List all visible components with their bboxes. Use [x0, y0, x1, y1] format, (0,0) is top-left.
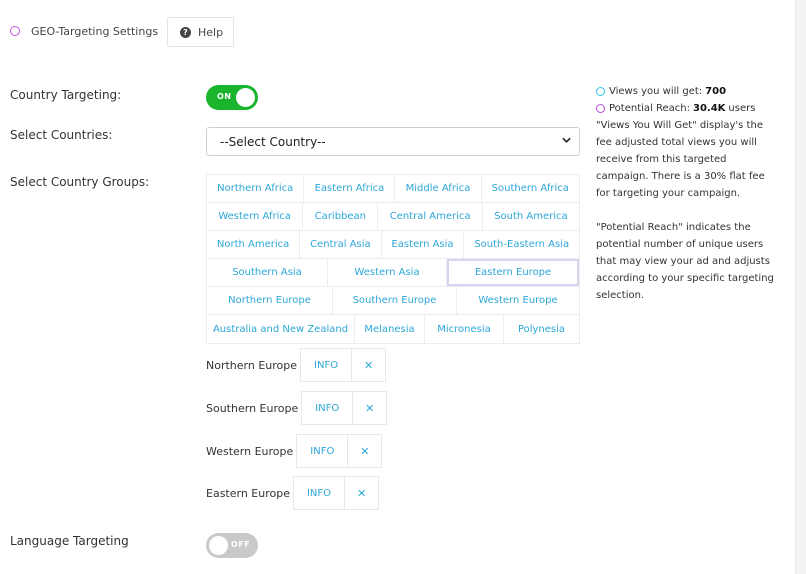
group-cell[interactable]: Northern Europe — [207, 287, 333, 314]
remove-button[interactable]: ✕ — [348, 434, 383, 468]
reach-suffix: users — [728, 103, 756, 114]
selected-group-name: Eastern Europe — [206, 486, 290, 500]
remove-button[interactable]: ✕ — [352, 348, 387, 382]
group-cell[interactable]: Caribbean — [303, 203, 379, 230]
group-cell[interactable]: Middle Africa — [395, 175, 482, 202]
group-cell[interactable]: Western Europe — [457, 287, 579, 314]
group-cell[interactable]: South-Eastern Asia — [464, 231, 579, 258]
toggle-knob — [209, 536, 228, 555]
country-targeting-toggle[interactable]: ON — [206, 85, 258, 110]
grid-row: Northern Europe Southern Europe Western … — [207, 287, 579, 315]
remove-button[interactable]: ✕ — [353, 391, 388, 425]
views-note: "Views You Will Get" display's the fee a… — [596, 120, 765, 199]
info-button[interactable]: INFO — [292, 476, 346, 510]
group-cell[interactable]: Central Asia — [300, 231, 382, 258]
close-icon: ✕ — [356, 486, 367, 500]
toggle-state-text: OFF — [231, 540, 251, 549]
close-icon: ✕ — [363, 358, 374, 372]
remove-button[interactable]: ✕ — [345, 476, 380, 510]
language-targeting-toggle[interactable]: OFF — [206, 533, 258, 558]
close-icon: ✕ — [365, 401, 375, 415]
reach-value: 30.4K — [692, 103, 726, 114]
grid-row: Northern Africa Eastern Africa Middle Af… — [207, 175, 579, 203]
group-cell-selected[interactable]: Eastern Europe — [447, 259, 579, 286]
group-cell[interactable]: Micronesia — [425, 315, 504, 343]
help-label: Help — [198, 25, 224, 39]
group-cell[interactable]: Northern Africa — [207, 175, 305, 202]
toggle-state-text: ON — [217, 92, 232, 101]
views-stat: Views you will get: 700 — [596, 83, 776, 100]
selected-group-row: Northern Europe INFO ✕ — [206, 348, 387, 382]
selected-group-row: Western Europe INFO ✕ — [206, 434, 383, 468]
country-select-value: --Select Country-- — [220, 134, 326, 149]
reach-note: "Potential Reach" indicates the potentia… — [596, 222, 774, 301]
selected-group-name: Western Europe — [206, 444, 294, 458]
reach-stat: Potential Reach: 30.4K users — [596, 100, 776, 117]
circle-icon — [10, 26, 20, 36]
info-button[interactable]: INFO — [300, 348, 353, 382]
selected-group-name: Northern Europe — [206, 358, 298, 372]
select-countries-label: Select Countries: — [10, 128, 113, 142]
country-groups-label: Select Country Groups: — [10, 175, 150, 189]
group-cell[interactable]: Australia and New Zealand — [207, 315, 355, 343]
toggle-knob — [236, 88, 255, 107]
page-title: GEO-Targeting Settings — [31, 25, 159, 38]
grid-row: Southern Asia Western Asia Eastern Europ… — [207, 259, 579, 287]
grid-row: North America Central Asia Eastern Asia … — [207, 231, 579, 259]
grid-row: Australia and New Zealand Melanesia Micr… — [207, 315, 579, 343]
chevron-down-icon — [562, 137, 571, 143]
info-button[interactable]: INFO — [296, 434, 349, 468]
language-targeting-label: Language Targeting — [10, 534, 129, 548]
circle-icon — [596, 87, 605, 96]
geo-targeting-panel: GEO-Targeting Settings ? Help Country Ta… — [0, 0, 795, 574]
country-select[interactable]: --Select Country-- — [206, 127, 580, 156]
close-icon: ✕ — [360, 444, 370, 458]
group-cell[interactable]: Central America — [378, 203, 483, 230]
country-targeting-label: Country Targeting: — [10, 88, 122, 102]
selected-group-name: Southern Europe — [206, 401, 299, 415]
circle-icon — [596, 104, 605, 113]
group-cell[interactable]: South America — [483, 203, 579, 230]
views-label: Views you will get: — [609, 86, 703, 97]
group-cell[interactable]: Southern Africa — [482, 175, 580, 202]
help-button[interactable]: ? Help — [167, 17, 234, 47]
selected-group-row: Eastern Europe INFO ✕ — [206, 476, 380, 510]
info-button[interactable]: INFO — [301, 391, 354, 425]
group-cell[interactable]: Melanesia — [355, 315, 425, 343]
group-cell[interactable]: Western Africa — [207, 203, 304, 230]
group-cell[interactable]: North America — [207, 231, 301, 258]
group-cell[interactable]: Western Asia — [328, 259, 447, 286]
page-edge — [795, 0, 806, 574]
selected-group-row: Southern Europe INFO ✕ — [206, 391, 388, 425]
group-cell[interactable]: Eastern Asia — [382, 231, 465, 258]
group-cell[interactable]: Southern Asia — [207, 259, 328, 286]
question-circle-icon: ? — [180, 26, 191, 38]
group-cell[interactable]: Southern Europe — [333, 287, 457, 314]
grid-row: Western Africa Caribbean Central America… — [207, 203, 579, 231]
views-value: 700 — [705, 86, 727, 97]
country-groups-grid: Northern Africa Eastern Africa Middle Af… — [206, 174, 580, 344]
targeting-info-column: Views you will get: 700 Potential Reach:… — [596, 83, 776, 304]
reach-label: Potential Reach: — [609, 103, 690, 114]
group-cell[interactable]: Eastern Africa — [304, 175, 396, 202]
group-cell[interactable]: Polynesia — [504, 315, 579, 343]
